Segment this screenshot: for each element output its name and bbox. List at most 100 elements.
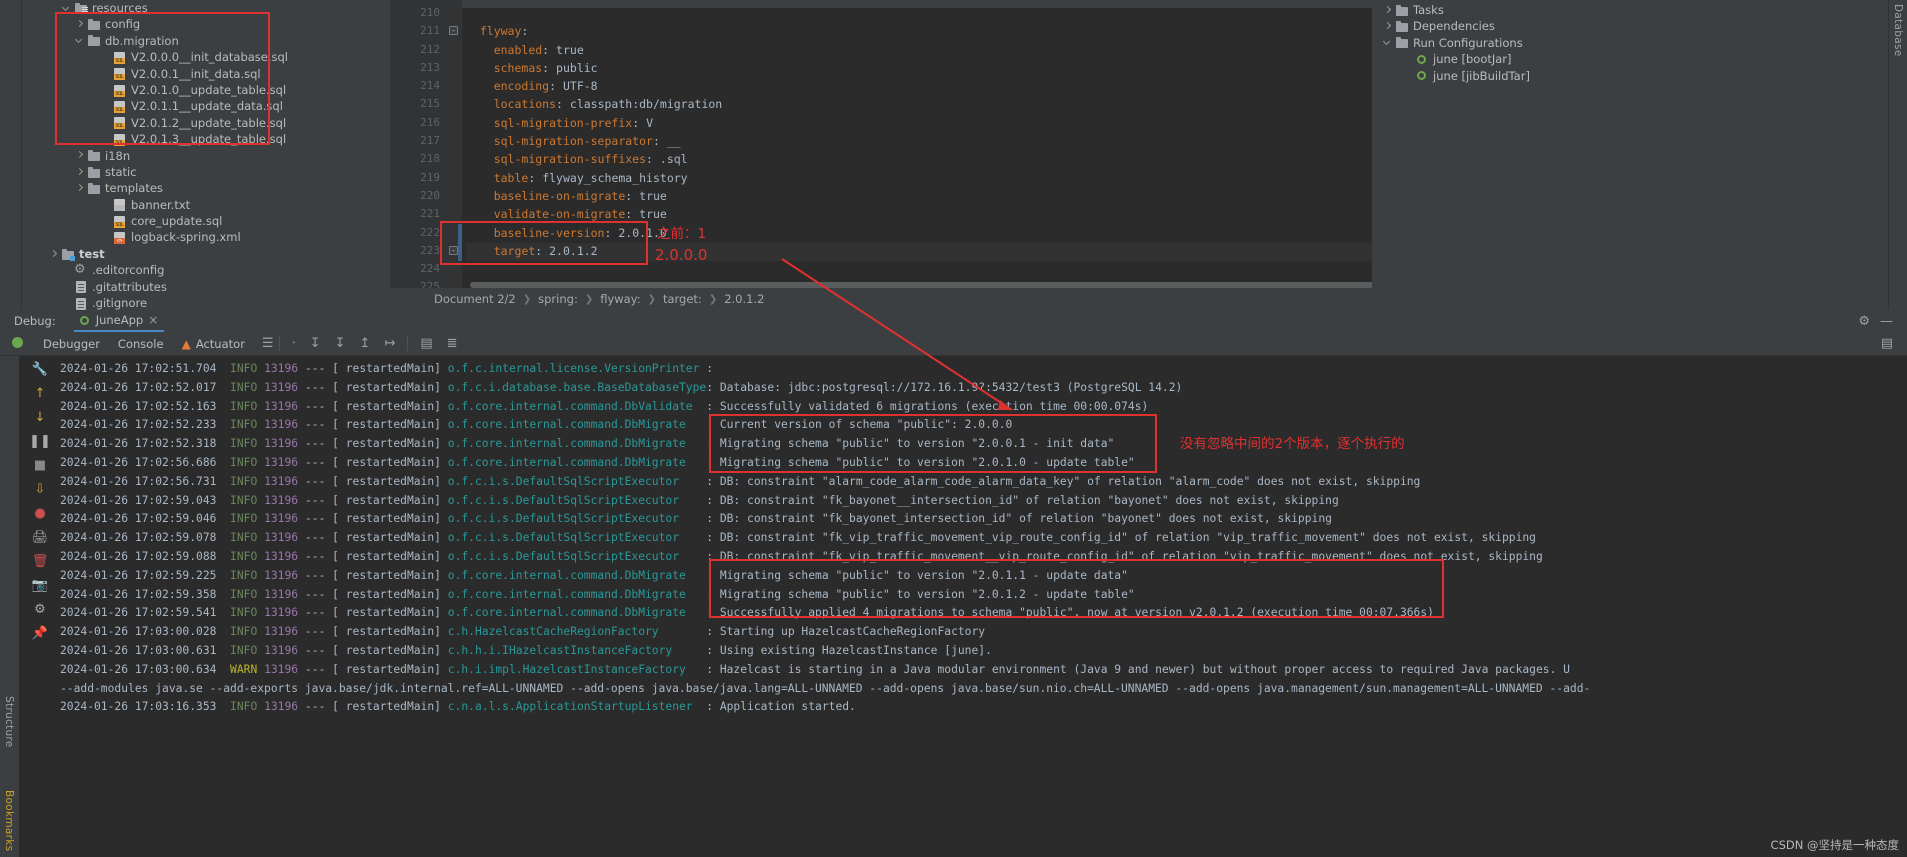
layout-menu-icon[interactable]: ☰ — [262, 336, 274, 351]
vertical-tab-database[interactable]: Database — [1892, 4, 1904, 57]
tree-item[interactable]: resources — [22, 0, 390, 16]
tree-item[interactable]: config — [22, 16, 390, 32]
log-thread: [ restartedMain] — [332, 512, 441, 526]
tab-console[interactable]: Console — [109, 337, 173, 351]
step-into-icon[interactable]: ↧ — [310, 336, 321, 351]
tree-item[interactable]: db.migration — [22, 33, 390, 49]
minimize-icon[interactable]: — — [1880, 314, 1893, 329]
delete-icon[interactable]: 🗑 — [32, 554, 49, 569]
tree-item[interactable]: SQL V2.0.1.2__update_table.sql — [22, 115, 390, 131]
log-pid: 13196 — [264, 643, 299, 657]
run-config-item[interactable]: june [bootJar] — [1372, 51, 1888, 67]
debug-bug-icon[interactable] — [0, 336, 34, 351]
chevron-down-icon[interactable] — [61, 3, 72, 14]
run-config-item[interactable]: Dependencies — [1372, 18, 1888, 34]
close-icon[interactable]: × — [148, 313, 158, 327]
yaml-key: sql-migration-prefix — [493, 115, 633, 130]
run-config-item[interactable]: Run Configurations — [1372, 35, 1888, 51]
tab-actuator[interactable]: ▲ Actuator — [173, 337, 254, 351]
tree-item[interactable]: templates — [22, 180, 390, 196]
tree-item[interactable]: .editorconfig — [22, 262, 390, 278]
stop-icon[interactable]: ■ — [34, 458, 46, 473]
evaluate-icon[interactable]: ▤ — [420, 336, 432, 351]
tree-item[interactable]: static — [22, 164, 390, 180]
chevron-right-icon[interactable] — [1382, 21, 1393, 32]
tree-item[interactable]: SQL V2.0.1.1__update_data.sql — [22, 98, 390, 114]
step-over-icon[interactable]: ⋅ — [292, 336, 296, 351]
log-separator: --- — [304, 512, 326, 526]
breadcrumb-item[interactable]: spring: — [538, 292, 578, 306]
run-to-cursor-icon[interactable]: ↦ — [384, 336, 395, 351]
tree-item[interactable]: .gitignore — [22, 295, 390, 310]
log-separator: --- — [304, 493, 326, 507]
run-config-item[interactable]: june [jibBuildTar] — [1372, 68, 1888, 84]
chevron-down-icon[interactable] — [1382, 37, 1393, 48]
spring-run-icon — [1415, 69, 1429, 82]
tree-item[interactable]: SQL V2.0.0.0__init_database.sql — [22, 49, 390, 65]
yaml-key: flyway — [479, 24, 522, 39]
force-step-into-icon[interactable]: ↧ — [335, 336, 346, 351]
tree-item[interactable]: .gitattributes — [22, 279, 390, 295]
tree-item-label: V2.0.0.1__init_data.sql — [131, 66, 261, 81]
chevron-right-icon: ❯ — [708, 293, 718, 305]
chevron-right-icon[interactable] — [48, 249, 59, 260]
tree-item[interactable]: <> logback-spring.xml — [22, 229, 390, 245]
pin-icon[interactable]: 📌 — [32, 626, 48, 641]
chevron-right-icon[interactable] — [74, 150, 85, 161]
project-tree[interactable]: resources config db.migration SQL V2.0.0.0__… — [22, 0, 390, 310]
log-pid: 13196 — [264, 606, 299, 620]
xml-file-icon: <> — [113, 231, 127, 245]
tree-item[interactable]: i18n — [22, 148, 390, 164]
settings-icon[interactable]: ⚙ — [34, 602, 46, 617]
export-icon[interactable]: ⇩ — [35, 482, 46, 497]
yaml-key: locations — [493, 97, 557, 112]
chevron-right-icon[interactable] — [74, 19, 85, 30]
console-output[interactable]: 2024-01-26 17:02:51.704 INFO 13196 --- [… — [0, 356, 1907, 857]
tree-item[interactable]: SQL V2.0.1.0__update_table.sql — [22, 82, 390, 98]
tree-item[interactable]: test — [22, 246, 390, 262]
debug-subtoolbar: Debugger Console ▲ Actuator ☰ ⋅ ↧ ↧ ↥ ↦ … — [0, 332, 1907, 356]
chevron-right-icon[interactable] — [74, 183, 85, 194]
gear-icon[interactable]: ⚙ — [1858, 314, 1870, 329]
log-row: 2024-01-26 17:02:52.233 INFO 13196 --- [… — [60, 416, 1907, 435]
camera-icon[interactable]: 📷 — [32, 578, 48, 593]
chevron-right-icon[interactable] — [1382, 5, 1393, 16]
fold-marker-flyway[interactable]: - — [449, 26, 458, 35]
log-level: INFO — [230, 531, 258, 545]
wrench-icon[interactable]: 🔧 — [32, 362, 48, 377]
tree-item[interactable]: SQL V2.0.0.1__init_data.sql — [22, 66, 390, 82]
pause-icon[interactable]: ❚❚ — [29, 434, 51, 449]
log-message: : Successfully applied 4 migrations to s… — [706, 606, 1434, 620]
print-icon[interactable]: 🖨 — [32, 530, 49, 545]
arrow-down-icon[interactable]: ↓ — [35, 410, 46, 425]
gradle-tool-window[interactable]: Tasks Dependencies Run Configurations june … — [1372, 0, 1888, 310]
fold-marker-target[interactable]: - — [449, 246, 458, 255]
settings-list-icon[interactable]: ≣ — [447, 336, 458, 351]
vertical-tab-structure: Structure — [3, 696, 15, 748]
log-thread: [ restartedMain] — [332, 493, 441, 507]
arrow-up-icon[interactable]: ↑ — [35, 386, 46, 401]
chevron-down-icon[interactable] — [74, 35, 85, 46]
log-pid: 13196 — [264, 399, 299, 413]
tab-debugger[interactable]: Debugger — [34, 337, 109, 351]
log-level: INFO — [230, 568, 258, 582]
step-out-icon[interactable]: ↥ — [360, 336, 371, 351]
debug-tab-juneapp[interactable]: JuneApp × — [73, 310, 165, 332]
run-config-item[interactable]: Tasks — [1372, 2, 1888, 18]
breadcrumb-item[interactable]: 2.0.1.2 — [724, 292, 764, 306]
tree-item[interactable]: SQL core_update.sql — [22, 213, 390, 229]
tree-item[interactable]: banner.txt — [22, 197, 390, 213]
breadcrumb-item[interactable]: Document 2/2 — [434, 292, 516, 306]
tree-item[interactable]: SQL V2.0.1.3__update_table.sql — [22, 131, 390, 147]
log-level: INFO — [230, 625, 258, 639]
mute-breakpoints-icon[interactable]: ● — [34, 506, 45, 521]
breadcrumb-item[interactable]: flyway: — [600, 292, 640, 306]
chevron-right-icon[interactable] — [74, 167, 85, 178]
breadcrumb-item[interactable]: target: — [663, 292, 702, 306]
soft-wrap-icon[interactable]: ▤ — [1881, 336, 1907, 351]
yaml-value: classpath:db/migration — [569, 97, 723, 112]
